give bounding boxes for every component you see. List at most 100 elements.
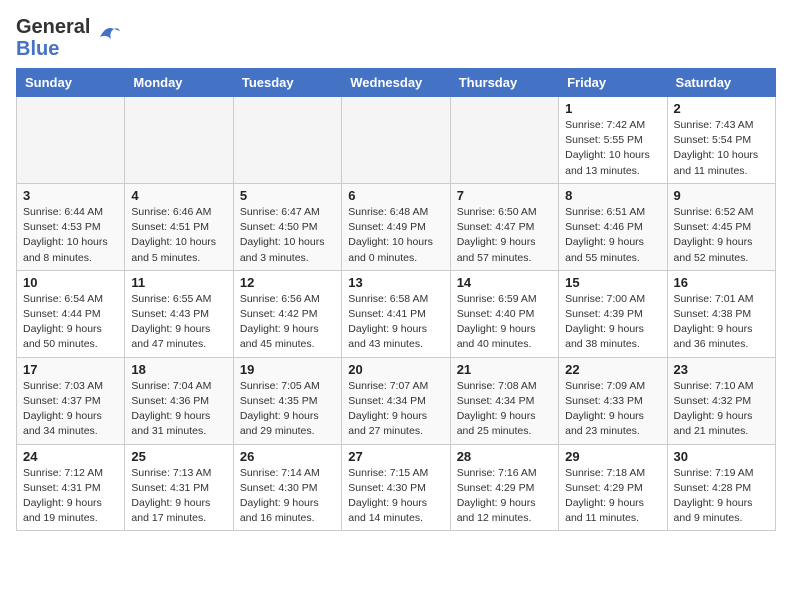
calendar-cell: 4Sunrise: 6:46 AM Sunset: 4:51 PM Daylig… bbox=[125, 183, 233, 270]
day-number: 8 bbox=[565, 188, 660, 203]
day-info: Sunrise: 7:13 AM Sunset: 4:31 PM Dayligh… bbox=[131, 466, 226, 527]
calendar-cell: 15 Sunrise: 7:00 AM Sunset: 4:39 PM Dayli… bbox=[559, 270, 667, 357]
day-info: Sunrise: 6:59 AM Sunset: 4:40 PM Dayligh… bbox=[457, 292, 552, 353]
calendar-cell: 19 Sunrise: 7:05 AM Sunset: 4:35 PM Dayli… bbox=[233, 357, 341, 444]
day-info: Sunrise: 7:19 AM Sunset: 4:28 PM Dayligh… bbox=[674, 466, 769, 527]
day-number: 3 bbox=[23, 188, 118, 203]
day-number: 26 bbox=[240, 449, 335, 464]
day-info: Sunrise: 7:42 AM Sunset: 5:55 PM Dayligh… bbox=[565, 118, 660, 179]
day-number: 13 bbox=[348, 275, 443, 290]
calendar-cell: 29 Sunrise: 7:18 AM Sunset: 4:29 PM Dayli… bbox=[559, 444, 667, 531]
day-number: 21 bbox=[457, 362, 552, 377]
weekday-header-monday: Monday bbox=[125, 69, 233, 97]
day-info: Sunrise: 6:56 AM Sunset: 4:42 PM Dayligh… bbox=[240, 292, 335, 353]
calendar-cell: 12 Sunrise: 6:56 AM Sunset: 4:42 PM Dayli… bbox=[233, 270, 341, 357]
day-number: 24 bbox=[23, 449, 118, 464]
logo: General Blue bbox=[16, 16, 122, 60]
day-number: 15 bbox=[565, 275, 660, 290]
day-number: 14 bbox=[457, 275, 552, 290]
calendar-week-row: 24 Sunrise: 7:12 AM Sunset: 4:31 PM Dayli… bbox=[17, 444, 776, 531]
logo-container: General Blue bbox=[16, 16, 122, 60]
calendar-cell bbox=[125, 97, 233, 184]
day-number: 17 bbox=[23, 362, 118, 377]
day-info: Sunrise: 7:04 AM Sunset: 4:36 PM Dayligh… bbox=[131, 379, 226, 440]
calendar-cell: 16 Sunrise: 7:01 AM Sunset: 4:38 PM Dayli… bbox=[667, 270, 775, 357]
calendar-cell: 14 Sunrise: 6:59 AM Sunset: 4:40 PM Dayli… bbox=[450, 270, 558, 357]
day-info: Sunrise: 6:44 AM Sunset: 4:53 PM Dayligh… bbox=[23, 205, 118, 266]
weekday-header-thursday: Thursday bbox=[450, 69, 558, 97]
calendar-cell: 21Sunrise: 7:08 AM Sunset: 4:34 PM Dayli… bbox=[450, 357, 558, 444]
day-info: Sunrise: 6:55 AM Sunset: 4:43 PM Dayligh… bbox=[131, 292, 226, 353]
day-number: 20 bbox=[348, 362, 443, 377]
day-info: Sunrise: 6:54 AM Sunset: 4:44 PM Dayligh… bbox=[23, 292, 118, 353]
calendar-table: SundayMondayTuesdayWednesdayThursdayFrid… bbox=[16, 68, 776, 531]
day-info: Sunrise: 7:01 AM Sunset: 4:38 PM Dayligh… bbox=[674, 292, 769, 353]
day-number: 5 bbox=[240, 188, 335, 203]
day-number: 16 bbox=[674, 275, 769, 290]
day-info: Sunrise: 7:03 AM Sunset: 4:37 PM Dayligh… bbox=[23, 379, 118, 440]
day-number: 22 bbox=[565, 362, 660, 377]
day-info: Sunrise: 7:00 AM Sunset: 4:39 PM Dayligh… bbox=[565, 292, 660, 353]
day-info: Sunrise: 6:47 AM Sunset: 4:50 PM Dayligh… bbox=[240, 205, 335, 266]
calendar-header-row: SundayMondayTuesdayWednesdayThursdayFrid… bbox=[17, 69, 776, 97]
day-number: 12 bbox=[240, 275, 335, 290]
calendar-cell: 17 Sunrise: 7:03 AM Sunset: 4:37 PM Dayli… bbox=[17, 357, 125, 444]
day-info: Sunrise: 7:12 AM Sunset: 4:31 PM Dayligh… bbox=[23, 466, 118, 527]
day-info: Sunrise: 7:09 AM Sunset: 4:33 PM Dayligh… bbox=[565, 379, 660, 440]
day-number: 23 bbox=[674, 362, 769, 377]
day-info: Sunrise: 7:18 AM Sunset: 4:29 PM Dayligh… bbox=[565, 466, 660, 527]
day-info: Sunrise: 7:15 AM Sunset: 4:30 PM Dayligh… bbox=[348, 466, 443, 527]
weekday-header-saturday: Saturday bbox=[667, 69, 775, 97]
calendar-cell bbox=[233, 97, 341, 184]
day-number: 9 bbox=[674, 188, 769, 203]
calendar-cell: 11 Sunrise: 6:55 AM Sunset: 4:43 PM Dayli… bbox=[125, 270, 233, 357]
calendar-cell: 24 Sunrise: 7:12 AM Sunset: 4:31 PM Dayli… bbox=[17, 444, 125, 531]
day-info: Sunrise: 7:43 AM Sunset: 5:54 PM Dayligh… bbox=[674, 118, 769, 179]
logo-blue: Blue bbox=[16, 38, 90, 60]
day-number: 2 bbox=[674, 101, 769, 116]
calendar-cell bbox=[450, 97, 558, 184]
calendar-cell: 6 Sunrise: 6:48 AM Sunset: 4:49 PM Daylig… bbox=[342, 183, 450, 270]
day-info: Sunrise: 6:48 AM Sunset: 4:49 PM Dayligh… bbox=[348, 205, 443, 266]
day-info: Sunrise: 6:52 AM Sunset: 4:45 PM Dayligh… bbox=[674, 205, 769, 266]
day-number: 30 bbox=[674, 449, 769, 464]
day-info: Sunrise: 7:05 AM Sunset: 4:35 PM Dayligh… bbox=[240, 379, 335, 440]
calendar-cell bbox=[17, 97, 125, 184]
day-info: Sunrise: 6:58 AM Sunset: 4:41 PM Dayligh… bbox=[348, 292, 443, 353]
calendar-cell: 1Sunrise: 7:42 AM Sunset: 5:55 PM Daylig… bbox=[559, 97, 667, 184]
weekday-header-sunday: Sunday bbox=[17, 69, 125, 97]
day-number: 28 bbox=[457, 449, 552, 464]
day-number: 25 bbox=[131, 449, 226, 464]
day-number: 11 bbox=[131, 275, 226, 290]
day-number: 6 bbox=[348, 188, 443, 203]
calendar-cell: 28Sunrise: 7:16 AM Sunset: 4:29 PM Dayli… bbox=[450, 444, 558, 531]
day-info: Sunrise: 7:07 AM Sunset: 4:34 PM Dayligh… bbox=[348, 379, 443, 440]
calendar-cell: 23 Sunrise: 7:10 AM Sunset: 4:32 PM Dayli… bbox=[667, 357, 775, 444]
logo-general: General bbox=[16, 16, 90, 38]
calendar-cell: 7Sunrise: 6:50 AM Sunset: 4:47 PM Daylig… bbox=[450, 183, 558, 270]
calendar-cell: 18 Sunrise: 7:04 AM Sunset: 4:36 PM Dayli… bbox=[125, 357, 233, 444]
calendar-cell: 3 Sunrise: 6:44 AM Sunset: 4:53 PM Daylig… bbox=[17, 183, 125, 270]
day-number: 19 bbox=[240, 362, 335, 377]
calendar-cell: 30 Sunrise: 7:19 AM Sunset: 4:28 PM Dayli… bbox=[667, 444, 775, 531]
calendar-week-row: 17 Sunrise: 7:03 AM Sunset: 4:37 PM Dayli… bbox=[17, 357, 776, 444]
calendar-cell: 8 Sunrise: 6:51 AM Sunset: 4:46 PM Daylig… bbox=[559, 183, 667, 270]
calendar-cell: 26 Sunrise: 7:14 AM Sunset: 4:30 PM Dayli… bbox=[233, 444, 341, 531]
day-info: Sunrise: 7:14 AM Sunset: 4:30 PM Dayligh… bbox=[240, 466, 335, 527]
day-info: Sunrise: 6:51 AM Sunset: 4:46 PM Dayligh… bbox=[565, 205, 660, 266]
day-number: 29 bbox=[565, 449, 660, 464]
day-number: 10 bbox=[23, 275, 118, 290]
day-info: Sunrise: 7:10 AM Sunset: 4:32 PM Dayligh… bbox=[674, 379, 769, 440]
calendar-cell: 9 Sunrise: 6:52 AM Sunset: 4:45 PM Daylig… bbox=[667, 183, 775, 270]
calendar-cell: 20 Sunrise: 7:07 AM Sunset: 4:34 PM Dayli… bbox=[342, 357, 450, 444]
day-number: 18 bbox=[131, 362, 226, 377]
logo-bird-icon bbox=[94, 19, 122, 47]
calendar-cell: 10 Sunrise: 6:54 AM Sunset: 4:44 PM Dayli… bbox=[17, 270, 125, 357]
weekday-header-wednesday: Wednesday bbox=[342, 69, 450, 97]
calendar-cell: 22 Sunrise: 7:09 AM Sunset: 4:33 PM Dayli… bbox=[559, 357, 667, 444]
calendar-cell: 27 Sunrise: 7:15 AM Sunset: 4:30 PM Dayli… bbox=[342, 444, 450, 531]
day-number: 4 bbox=[131, 188, 226, 203]
day-number: 27 bbox=[348, 449, 443, 464]
calendar-cell: 13 Sunrise: 6:58 AM Sunset: 4:41 PM Dayli… bbox=[342, 270, 450, 357]
day-number: 7 bbox=[457, 188, 552, 203]
